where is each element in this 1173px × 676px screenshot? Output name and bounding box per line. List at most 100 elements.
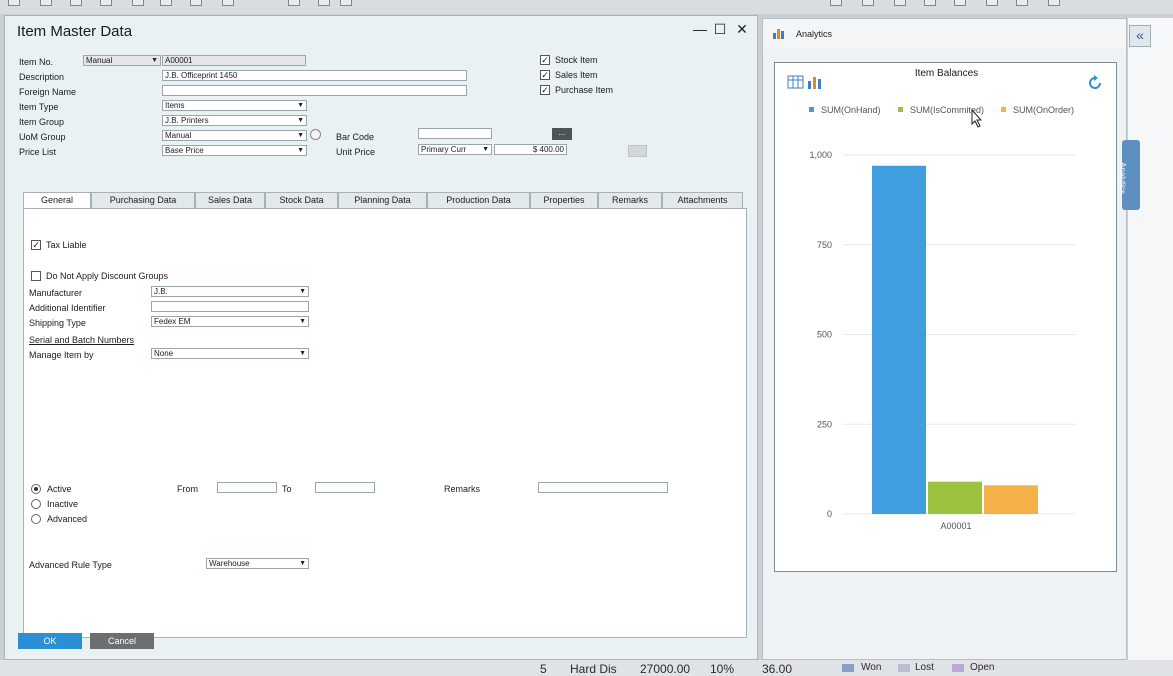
tab-purchasing-data[interactable]: Purchasing Data xyxy=(91,192,195,208)
y-tick-label: 250 xyxy=(817,419,832,429)
ok-button[interactable]: OK xyxy=(18,633,82,649)
additional-identifier-field[interactable] xyxy=(151,301,309,312)
serial-batch-link[interactable]: Serial and Batch Numbers xyxy=(29,335,134,345)
item-master-data-window: Item Master Data — ☐ ✕ Item No. Manual A… xyxy=(4,15,758,660)
unit-price-button[interactable] xyxy=(628,145,647,157)
unit-price-currency-select[interactable]: Primary Curr xyxy=(418,144,492,155)
tab-sales-data[interactable]: Sales Data xyxy=(195,192,265,208)
tab-remarks[interactable]: Remarks xyxy=(598,192,662,208)
from-date-field[interactable] xyxy=(217,482,277,493)
chart-plot: 0 250 500 750 1,000 A00001 xyxy=(809,150,1075,531)
analytics-header: Analytics xyxy=(763,19,1126,49)
bg-percent: 10% xyxy=(710,662,735,676)
manage-item-by-select[interactable]: None xyxy=(151,348,309,359)
toolbar-icon[interactable] xyxy=(318,0,330,6)
purchase-item-checkbox[interactable]: ✓ xyxy=(540,85,550,95)
no-discount-checkbox[interactable] xyxy=(31,271,41,281)
foreign-name-label: Foreign Name xyxy=(19,87,77,97)
tab-properties[interactable]: Properties xyxy=(530,192,598,208)
collapse-panel-button[interactable]: « xyxy=(1129,25,1151,47)
item-type-label: Item Type xyxy=(19,102,59,112)
foreign-name-field[interactable] xyxy=(162,85,467,96)
bar-code-field[interactable] xyxy=(418,128,492,139)
toolbar-icon[interactable] xyxy=(70,0,82,6)
bar-code-label: Bar Code xyxy=(336,132,375,142)
stock-item-label: Stock Item xyxy=(555,55,598,65)
toolbar-icon[interactable] xyxy=(830,0,842,6)
unit-price-field[interactable]: $ 400.00 xyxy=(494,144,567,155)
lost-label: Lost xyxy=(915,662,934,673)
general-tab-panel: ✓ Tax Liable Do Not Apply Discount Group… xyxy=(23,208,747,638)
toolbar-icon[interactable] xyxy=(924,0,936,6)
analytics-side-tab[interactable]: Analytics xyxy=(1118,140,1140,210)
tab-planning-data[interactable]: Planning Data xyxy=(338,192,427,208)
bg-value: 36.00 xyxy=(762,662,793,676)
legend-swatch xyxy=(809,107,814,112)
y-tick-label: 500 xyxy=(817,330,832,340)
tab-attachments[interactable]: Attachments xyxy=(662,192,743,208)
inactive-radio[interactable] xyxy=(31,499,41,509)
tab-general[interactable]: General xyxy=(23,192,91,209)
bar-code-browse-button[interactable]: ... xyxy=(552,128,572,140)
sales-item-checkbox[interactable]: ✓ xyxy=(540,70,550,80)
tax-liable-checkbox[interactable]: ✓ xyxy=(31,240,41,250)
sales-item-label: Sales Item xyxy=(555,70,598,80)
tab-stock-data[interactable]: Stock Data xyxy=(265,192,338,208)
mouse-cursor-icon xyxy=(971,109,983,128)
uom-info-icon[interactable] xyxy=(310,129,321,140)
stock-item-checkbox[interactable]: ✓ xyxy=(540,55,550,65)
advanced-rule-type-select[interactable]: Warehouse xyxy=(206,558,309,569)
analytics-title: Analytics xyxy=(796,29,833,39)
item-type-select[interactable]: Items xyxy=(162,100,307,111)
y-tick-label: 0 xyxy=(827,509,832,519)
shipping-type-select[interactable]: Fedex EM xyxy=(151,316,309,327)
toolbar-icon[interactable] xyxy=(340,0,352,6)
description-field[interactable]: J.B. Officeprint 1450 xyxy=(162,70,467,81)
refresh-icon[interactable] xyxy=(1087,75,1103,91)
active-radio[interactable] xyxy=(31,484,41,494)
bg-item: Hard Dis xyxy=(570,662,617,676)
purchase-item-label: Purchase Item xyxy=(555,85,614,95)
toolbar-icon[interactable] xyxy=(894,0,906,6)
item-balances-chart: Item Balances SUM(OnHand) SUM(IsCommited… xyxy=(774,62,1117,572)
toolbar-icon[interactable] xyxy=(1048,0,1060,6)
to-date-field[interactable] xyxy=(315,482,375,493)
cancel-button[interactable]: Cancel xyxy=(90,633,154,649)
advanced-label: Advanced xyxy=(47,514,88,524)
advanced-radio[interactable] xyxy=(31,514,41,524)
price-list-select[interactable]: Base Price xyxy=(162,145,307,156)
to-label: To xyxy=(282,484,292,494)
background-status-strip: 5 Hard Dis 27000.00 10% 36.00 Won Lost O… xyxy=(0,660,1173,676)
open-swatch xyxy=(952,664,964,672)
manufacturer-select[interactable]: J.B. xyxy=(151,286,309,297)
item-group-select[interactable]: J.B. Printers xyxy=(162,115,307,126)
close-button[interactable]: ✕ xyxy=(735,21,749,38)
legend-item-onorder: SUM(OnOrder) xyxy=(1001,105,1074,115)
toolbar-icon[interactable] xyxy=(1016,0,1028,6)
maximize-button[interactable]: ☐ xyxy=(713,21,727,38)
toolbar-icon[interactable] xyxy=(8,0,20,6)
toolbar-icon[interactable] xyxy=(132,0,144,6)
item-no-series-select[interactable]: Manual xyxy=(83,55,161,66)
active-label: Active xyxy=(47,484,72,494)
tab-production-data[interactable]: Production Data xyxy=(427,192,530,208)
toolbar-icon[interactable] xyxy=(986,0,998,6)
toolbar-icon[interactable] xyxy=(190,0,202,6)
minimize-button[interactable]: — xyxy=(693,21,707,37)
toolbar-icon[interactable] xyxy=(40,0,52,6)
toolbar-icon[interactable] xyxy=(954,0,966,6)
item-no-field[interactable]: A00001 xyxy=(162,55,306,66)
inactive-label: Inactive xyxy=(47,499,79,509)
uom-group-select[interactable]: Manual xyxy=(162,130,307,141)
remarks-field[interactable] xyxy=(538,482,668,493)
tax-liable-label: Tax Liable xyxy=(46,240,87,250)
toolbar-icon[interactable] xyxy=(222,0,234,6)
toolbar-icon[interactable] xyxy=(288,0,300,6)
toolbar-icon[interactable] xyxy=(160,0,172,6)
y-tick-label: 1,000 xyxy=(809,150,832,160)
bg-quantity: 5 xyxy=(540,662,547,676)
legend-label: SUM(OnOrder) xyxy=(1013,105,1075,115)
toolbar-icon[interactable] xyxy=(862,0,874,6)
advanced-rule-type-label: Advanced Rule Type xyxy=(29,560,112,570)
toolbar-icon[interactable] xyxy=(100,0,112,6)
